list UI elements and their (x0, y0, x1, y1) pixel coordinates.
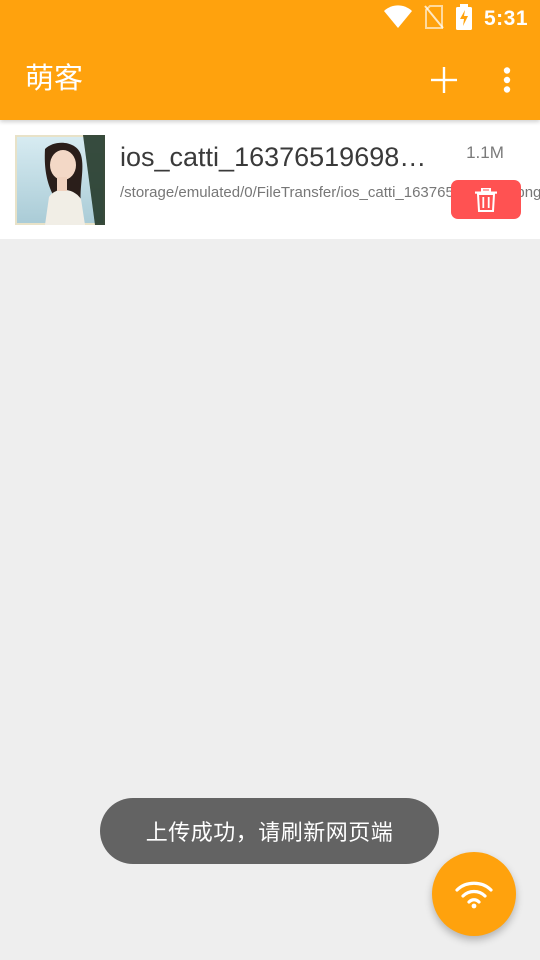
status-time: 5:31 (483, 7, 528, 30)
file-name: ios_catti_1637651969866.png (120, 142, 440, 172)
more-options-button[interactable] (492, 60, 522, 100)
add-icon (431, 67, 457, 93)
app-bar: 5:31 萌客 (0, 0, 540, 120)
file-list-item[interactable]: ios_catti_1637651969866.png /storage/emu… (0, 120, 540, 239)
file-thumbnail (15, 135, 105, 225)
status-bar: 5:31 (0, 0, 540, 38)
toast-message: 上传成功，请刷新网页端 (100, 798, 439, 864)
battery-charging-icon (455, 4, 472, 34)
app-title: 萌客 (25, 61, 84, 95)
no-sim-icon (424, 5, 444, 33)
wifi-icon (383, 5, 412, 33)
file-path: /storage/emulated/0/FileTransfer/ios_cat… (120, 184, 540, 201)
wifi-signal-icon (455, 881, 493, 909)
wifi-transfer-fab[interactable] (432, 852, 516, 936)
more-vertical-icon (503, 67, 511, 93)
status-icons: 5:31 (383, 4, 528, 34)
add-button[interactable] (424, 60, 464, 100)
delete-button[interactable] (451, 180, 521, 219)
trash-icon (475, 187, 497, 212)
file-size: 1.1M (466, 143, 504, 162)
